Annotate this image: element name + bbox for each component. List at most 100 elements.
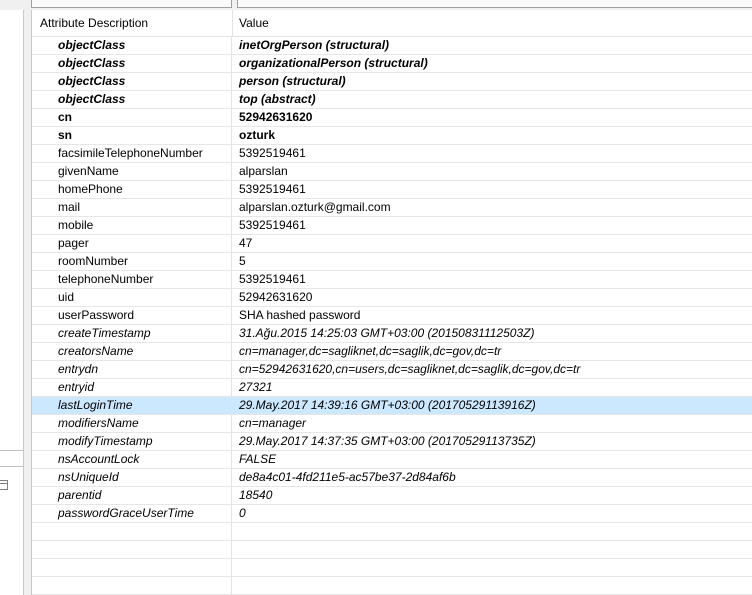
attribute-name-cell: modifyTimestamp <box>32 433 232 450</box>
attribute-name-cell: givenName <box>32 163 232 180</box>
top-field-left[interactable] <box>31 0 232 8</box>
attribute-value-cell <box>233 541 752 558</box>
column-header-value[interactable]: Value <box>233 10 752 36</box>
table-row[interactable] <box>32 523 752 541</box>
top-field-right[interactable] <box>237 0 752 8</box>
attribute-name-cell: mobile <box>32 217 232 234</box>
attribute-value-cell <box>233 523 752 540</box>
attribute-value-cell: 47 <box>239 236 253 250</box>
table-row[interactable]: objectClass organizationalPerson (structu… <box>32 55 752 73</box>
attribute-value-cell: cn=manager,dc=sagliknet,dc=saglik,dc=gov… <box>239 344 502 358</box>
attribute-value-cell: alparslan <box>239 164 288 178</box>
table-row[interactable]: nsAccountLock FALSE <box>32 451 752 469</box>
attribute-value-cell <box>233 559 752 576</box>
table-row[interactable]: lastLoginTime 29.May.2017 14:39:16 GMT+03… <box>32 397 752 415</box>
attribute-value-cell: 52942631620 <box>239 290 313 304</box>
table-row[interactable]: nsUniqueId de8a4c01-4fd211e5-ac57be37-2d8… <box>32 469 752 487</box>
attribute-value-cell: 52942631620 <box>239 110 313 124</box>
table-row[interactable]: creatorsName cn=manager,dc=sagliknet,dc=s… <box>32 343 752 361</box>
attribute-name-cell: mail <box>32 199 232 216</box>
attribute-name-cell: sn <box>32 127 232 144</box>
attribute-value-cell: inetOrgPerson (structural) <box>239 38 390 52</box>
table-row[interactable]: homePhone 5392519461 <box>32 181 752 199</box>
attribute-value-cell: organizationalPerson (structural) <box>239 56 428 70</box>
table-row[interactable]: createTimestamp 31.Ağu.2015 14:25:03 GMT+… <box>32 325 752 343</box>
table-row[interactable]: uid 52942631620 <box>32 289 752 307</box>
attribute-value-cell: FALSE <box>239 452 277 466</box>
attribute-value-cell <box>233 577 752 594</box>
attribute-value-cell: 31.Ağu.2015 14:25:03 GMT+03:00 (20150831… <box>239 326 535 340</box>
attribute-name-cell: creatorsName <box>32 343 232 360</box>
table-row[interactable] <box>32 559 752 577</box>
table-row[interactable] <box>32 577 752 595</box>
left-panel <box>0 10 24 595</box>
attribute-value-cell: 5392519461 <box>239 146 306 160</box>
table-row[interactable]: pager 47 <box>32 235 752 253</box>
table-row[interactable]: entryid 27321 <box>32 379 752 397</box>
attribute-name-cell: nsUniqueId <box>32 469 232 486</box>
table-row[interactable]: mobile 5392519461 <box>32 217 752 235</box>
attribute-name-cell <box>32 541 232 558</box>
attribute-name-cell <box>32 559 232 576</box>
table-row[interactable]: modifiersName cn=manager <box>32 415 752 433</box>
attribute-name-cell: pager <box>32 235 232 252</box>
attribute-value-cell: 0 <box>239 506 246 520</box>
attribute-table: Attribute Description Value objectClass i… <box>31 10 752 595</box>
left-panel-divider <box>0 450 23 451</box>
attribute-name-cell: modifiersName <box>32 415 232 432</box>
attribute-name-cell <box>32 577 232 594</box>
attribute-value-cell: cn=52942631620,cn=users,dc=sagliknet,dc=… <box>239 362 581 376</box>
table-row[interactable]: parentid 18540 <box>32 487 752 505</box>
table-row[interactable]: telephoneNumber 5392519461 <box>32 271 752 289</box>
table-row[interactable]: objectClass top (abstract) <box>32 91 752 109</box>
attribute-name-cell: facsimileTelephoneNumber <box>32 145 232 162</box>
attribute-value-cell: 18540 <box>239 488 273 502</box>
attribute-value-cell: SHA hashed password <box>239 308 361 322</box>
attribute-value-cell: 5392519461 <box>239 218 306 232</box>
table-row[interactable]: entrydn cn=52942631620,cn=users,dc=saglik… <box>32 361 752 379</box>
attribute-name-cell: entrydn <box>32 361 232 378</box>
top-toolbar-strip <box>0 0 752 10</box>
attribute-name-cell: uid <box>32 289 232 306</box>
table-row[interactable]: roomNumber 5 <box>32 253 752 271</box>
table-row[interactable]: userPassword SHA hashed password <box>32 307 752 325</box>
attribute-name-cell: roomNumber <box>32 253 232 270</box>
attribute-value-cell: cn=manager <box>239 416 307 430</box>
attribute-value-cell: top (abstract) <box>239 92 316 106</box>
attribute-name-cell: objectClass <box>32 37 232 54</box>
column-header-attribute[interactable]: Attribute Description <box>32 10 233 36</box>
attribute-name-cell: lastLoginTime <box>32 397 232 414</box>
attribute-name-cell: userPassword <box>32 307 232 324</box>
attribute-name-cell: telephoneNumber <box>32 271 232 288</box>
window-restore-icon[interactable] <box>0 480 8 490</box>
table-row[interactable]: passwordGraceUserTime 0 <box>32 505 752 523</box>
attribute-name-cell: parentid <box>32 487 232 504</box>
attribute-value-cell: alparslan.ozturk@gmail.com <box>239 200 391 214</box>
left-panel-divider <box>0 466 23 467</box>
attribute-value-cell: 29.May.2017 14:39:16 GMT+03:00 (20170529… <box>239 398 536 412</box>
attribute-name-cell: nsAccountLock <box>32 451 232 468</box>
attribute-name-cell <box>32 523 232 540</box>
table-row[interactable]: facsimileTelephoneNumber 5392519461 <box>32 145 752 163</box>
table-row[interactable]: mail alparslan.ozturk@gmail.com <box>32 199 752 217</box>
attribute-name-cell: homePhone <box>32 181 232 198</box>
attribute-value-cell: person (structural) <box>239 74 346 88</box>
attribute-value-cell: 29.May.2017 14:37:35 GMT+03:00 (20170529… <box>239 434 536 448</box>
table-header: Attribute Description Value <box>32 10 752 37</box>
attribute-value-cell: 5392519461 <box>239 272 306 286</box>
attribute-name-cell: objectClass <box>32 55 232 72</box>
table-row[interactable]: givenName alparslan <box>32 163 752 181</box>
attribute-value-cell: 5392519461 <box>239 182 306 196</box>
table-row[interactable]: cn 52942631620 <box>32 109 752 127</box>
table-row[interactable] <box>32 541 752 559</box>
table-row[interactable]: objectClass inetOrgPerson (structural) <box>32 37 752 55</box>
table-row[interactable]: sn ozturk <box>32 127 752 145</box>
table-row[interactable]: objectClass person (structural) <box>32 73 752 91</box>
attribute-name-cell: objectClass <box>32 73 232 90</box>
attribute-value-cell: de8a4c01-4fd211e5-ac57be37-2d84af6b <box>239 470 456 484</box>
table-row[interactable]: modifyTimestamp 29.May.2017 14:37:35 GMT+… <box>32 433 752 451</box>
attribute-value-cell: 5 <box>239 254 246 268</box>
table-body: objectClass inetOrgPerson (structural) obj… <box>32 37 752 595</box>
attribute-value-cell: 27321 <box>239 380 273 394</box>
attribute-name-cell: objectClass <box>32 91 232 108</box>
